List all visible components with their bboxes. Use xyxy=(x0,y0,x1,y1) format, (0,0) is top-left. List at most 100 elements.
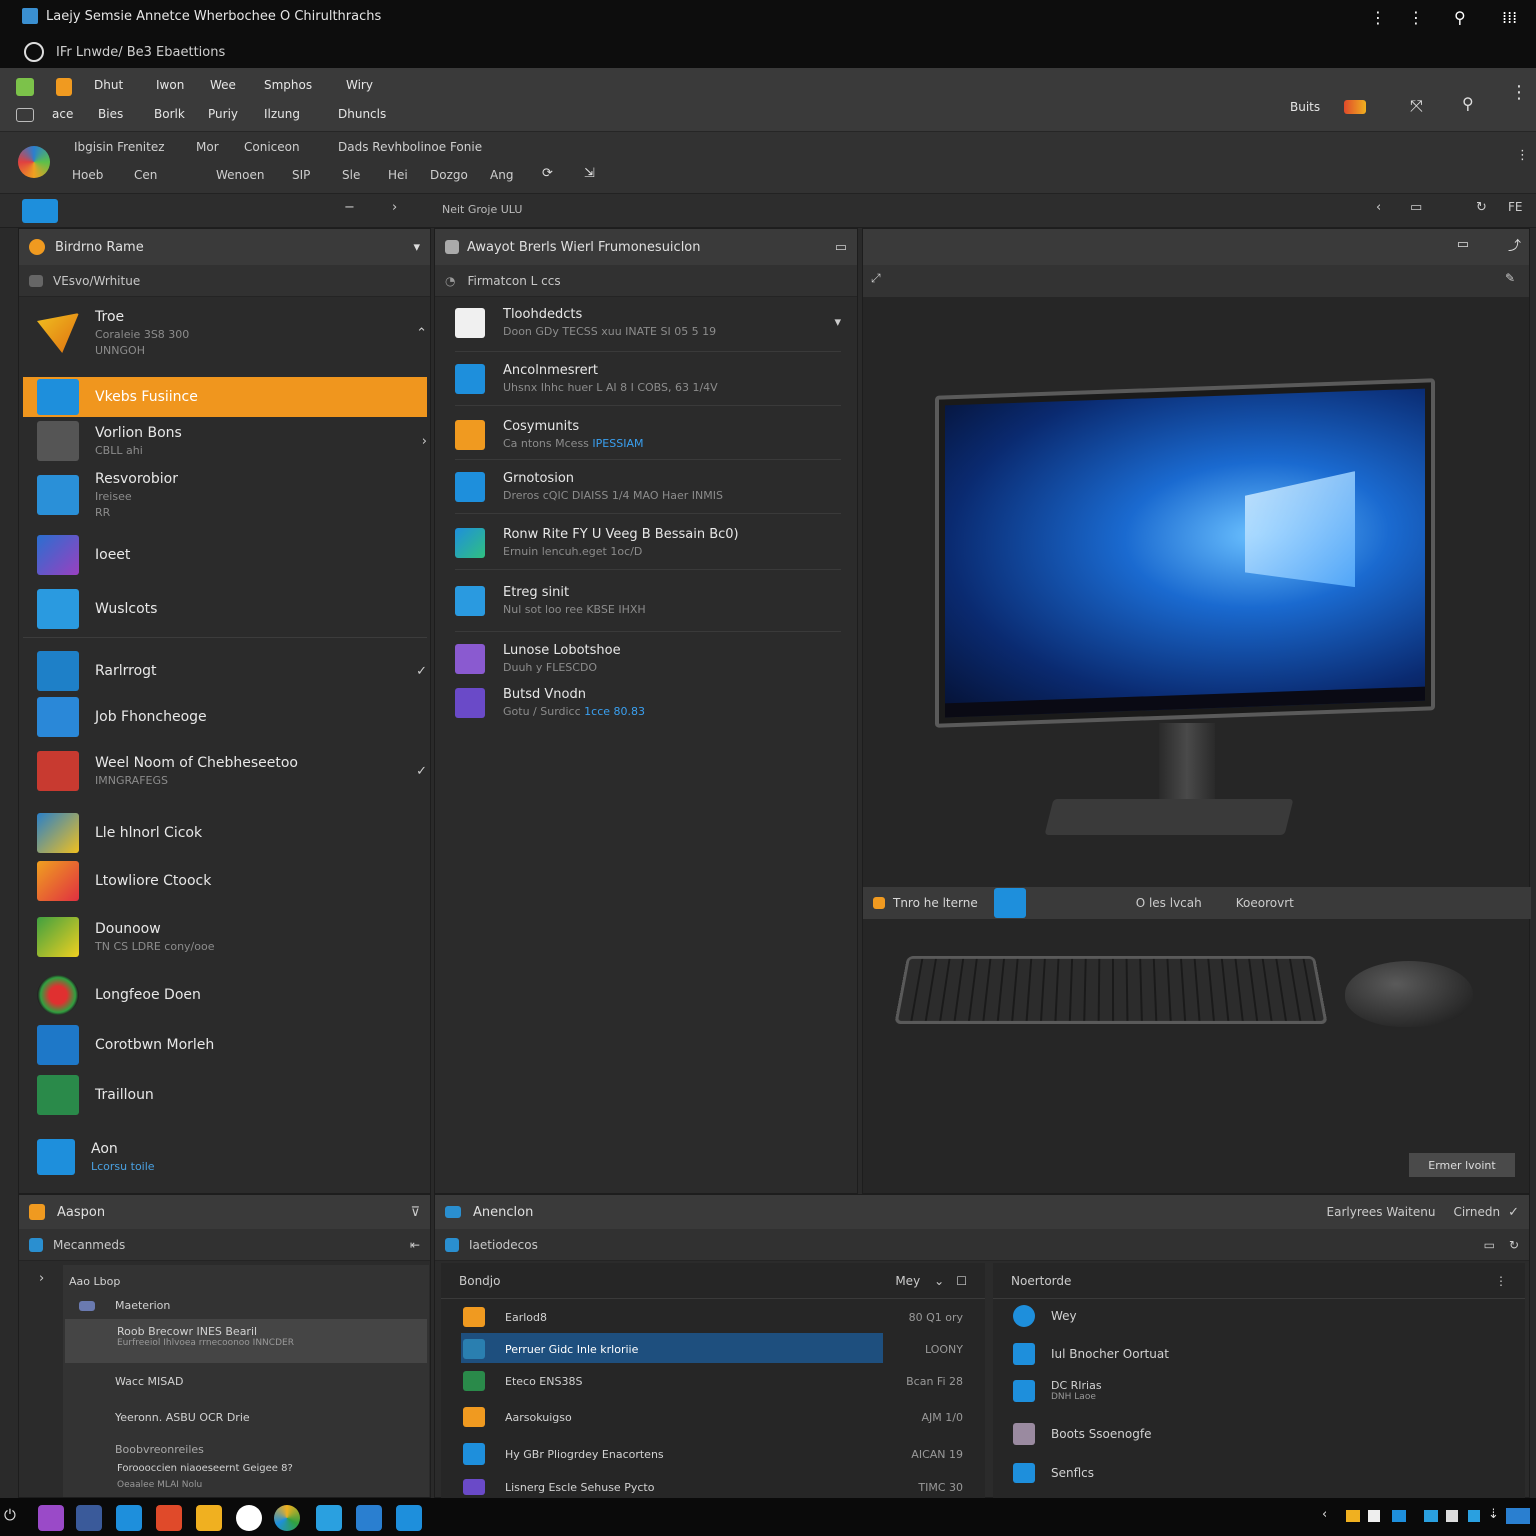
chat-icon[interactable]: ▭ xyxy=(835,240,847,255)
accessory-tab[interactable]: Tnro he lterne xyxy=(893,896,978,910)
check-icon[interactable]: ✓ xyxy=(416,664,427,679)
color-wheel-icon[interactable] xyxy=(18,146,50,178)
more-icon[interactable]: ⋮ xyxy=(1516,148,1529,163)
list-item[interactable]: Wuslcots xyxy=(37,589,427,629)
taskbar-app-icon[interactable] xyxy=(316,1505,342,1531)
export-icon[interactable]: ⇲ xyxy=(584,166,595,181)
notes-item[interactable]: Wey xyxy=(1013,1305,1077,1327)
toolbar-button[interactable]: Hei xyxy=(388,168,408,182)
list-item[interactable]: Aon Lcorsu toile xyxy=(37,1139,427,1175)
notes-item[interactable]: DC RIrias DNH Laoe xyxy=(1013,1379,1102,1402)
tree-item[interactable]: Roob Brecowr INES Bearil Eurfreeiol Ihlv… xyxy=(81,1325,294,1348)
taskbar-app-icon[interactable] xyxy=(196,1505,222,1531)
filter-icon[interactable]: ⊽ xyxy=(410,1205,420,1220)
chevron-left-icon[interactable]: ‹ xyxy=(1376,200,1381,215)
search-icon[interactable]: ⚲ xyxy=(1462,94,1474,113)
taskbar-browser-icon[interactable] xyxy=(274,1505,300,1531)
dropdown-icon[interactable]: ▾ xyxy=(834,315,841,330)
preview-action-button[interactable]: Ermer lvoint xyxy=(1409,1153,1515,1177)
menu-item[interactable]: Iwon xyxy=(156,78,184,92)
grid-icon[interactable]: ⁞⁞⁞ xyxy=(1502,8,1517,27)
check-icon[interactable]: ✓ xyxy=(416,764,427,779)
collapse-icon[interactable]: ⇤ xyxy=(410,1238,420,1252)
header-link[interactable]: Earlyrees Waitenu xyxy=(1327,1205,1436,1219)
taskbar-app-icon[interactable] xyxy=(156,1505,182,1531)
list-row-selected[interactable]: Perruer Gidc Inle krloriie LOONY xyxy=(463,1339,963,1359)
menu-item[interactable]: Dhut xyxy=(94,78,123,92)
menu-item[interactable]: ace xyxy=(52,107,73,121)
list-item[interactable]: Etreg sinit Nul sot loo ree KBSE IHXH xyxy=(455,585,841,616)
menu-item[interactable]: Puriy xyxy=(208,107,238,121)
chevron-right-icon[interactable]: › xyxy=(39,1271,44,1286)
taskbar-app-icon[interactable] xyxy=(236,1505,262,1531)
list-item[interactable]: Ioeet xyxy=(37,535,427,575)
tree-item[interactable]: Yeeronn. ASBU OCR Drie xyxy=(115,1411,250,1424)
menu-item[interactable]: Wiry xyxy=(346,78,373,92)
toolbar-button[interactable]: Wenoen xyxy=(216,168,264,182)
toolbar-button[interactable]: Cen xyxy=(134,168,157,182)
menu-item[interactable]: Wee xyxy=(210,78,236,92)
list-item[interactable]: Ltowliore Ctoock xyxy=(37,861,427,901)
menu-item-right[interactable]: Buits xyxy=(1290,100,1320,114)
list-item[interactable]: Resvorobior Ireisee RR xyxy=(37,471,427,519)
taskbar-app-icon[interactable] xyxy=(356,1505,382,1531)
toolbar-button[interactable]: Ang xyxy=(490,168,513,182)
search-icon[interactable]: ⚲ xyxy=(1454,8,1466,27)
list-item[interactable]: Longfeoe Doen xyxy=(37,975,427,1015)
history-icon[interactable] xyxy=(24,42,44,62)
list-item[interactable]: Job Fhoncheoge xyxy=(37,697,427,737)
window-icon[interactable] xyxy=(16,108,34,122)
tray-icon[interactable] xyxy=(1392,1510,1406,1522)
chevron-right-icon[interactable]: › xyxy=(392,200,397,215)
list-item[interactable]: Ancolnmesrert Uhsnx Ihhc huer L AI 8 I C… xyxy=(455,363,841,394)
window-icon[interactable]: ▭ xyxy=(1457,237,1469,252)
refresh-icon[interactable]: ↻ xyxy=(1509,1238,1519,1252)
more-icon[interactable]: ⋮ xyxy=(1370,8,1386,27)
toolbar-button[interactable]: Hoeb xyxy=(72,168,103,182)
chart-icon[interactable]: ⤴ xyxy=(1508,235,1521,254)
refresh-icon[interactable]: ⟳ xyxy=(542,166,553,181)
list-item-selected[interactable]: Vkebs Fusiince xyxy=(23,377,427,417)
taskbar-app-icon[interactable] xyxy=(38,1505,64,1531)
active-tab-icon[interactable] xyxy=(993,888,1026,918)
chevron-right-icon[interactable]: › xyxy=(422,434,427,449)
tree-item[interactable]: Maeterion xyxy=(79,1299,170,1312)
expand-icon[interactable]: ⤢ xyxy=(871,271,881,286)
list-row[interactable]: Eteco ENS38S Bcan Fi 28 xyxy=(463,1371,963,1391)
menu-item[interactable]: Smphos xyxy=(264,78,312,92)
toolbar-label[interactable]: Dads Revhbolinoe Fonie xyxy=(338,140,482,154)
home-icon[interactable] xyxy=(22,199,58,223)
tray-icon[interactable] xyxy=(1346,1510,1360,1522)
minus-icon[interactable]: − xyxy=(344,200,355,215)
edit-icon[interactable]: ✎ xyxy=(1505,271,1515,285)
leaf-icon[interactable] xyxy=(16,78,34,96)
toolbar-label[interactable]: Mor xyxy=(196,140,219,154)
taskbar-app-icon[interactable] xyxy=(76,1505,102,1531)
check-icon[interactable]: ✓ xyxy=(1508,1205,1519,1220)
menu-item[interactable]: Dhuncls xyxy=(338,107,386,121)
list-item[interactable]: Lle hlnorl Cicok xyxy=(37,813,427,853)
tree-item[interactable]: Boobvreonreiles xyxy=(115,1443,204,1456)
tray-icon[interactable] xyxy=(1468,1510,1480,1522)
taskbar-app-icon[interactable] xyxy=(116,1505,142,1531)
list-item[interactable]: Trailloun xyxy=(37,1075,427,1115)
settings-icon[interactable]: FE xyxy=(1508,200,1522,214)
list-item[interactable]: Ronw Rite FY U Veeg B Bessain Bc0) Ernui… xyxy=(455,527,841,558)
list-item[interactable]: Dounoow TN CS LDRE cony/ooe xyxy=(37,917,427,957)
list-sort-label[interactable]: Mey xyxy=(895,1274,920,1288)
list-item[interactable]: Grnotosion Dreros cQIC DIAISS 1/4 MAO Ha… xyxy=(455,471,841,502)
list-item[interactable]: Butsd Vnodn Gotu / Surdicc 1cce 80.83 xyxy=(455,687,841,718)
toolbar-label[interactable]: Coniceon xyxy=(244,140,300,154)
notification-icon[interactable]: ⇣ xyxy=(1488,1507,1499,1522)
notes-item[interactable]: Boots Ssoenogfe xyxy=(1013,1423,1151,1445)
tray-icon[interactable] xyxy=(1446,1510,1458,1522)
list-item[interactable]: Weel Noom of Chebheseetoo IMNGRAFEGS ✓ xyxy=(37,751,427,791)
notes-item[interactable]: Iul Bnocher Oortuat xyxy=(1013,1343,1169,1365)
tray-icon[interactable] xyxy=(1424,1510,1438,1522)
more-icon-2[interactable]: ⋮ xyxy=(1408,8,1424,27)
refresh-icon[interactable]: ↻ xyxy=(1476,200,1487,215)
dropdown-icon[interactable]: ▾ xyxy=(413,240,420,255)
tree-item[interactable]: Wacc MISAD xyxy=(115,1375,183,1388)
expand-icon[interactable]: ⤧ xyxy=(1410,96,1423,116)
menu-item[interactable]: Bies xyxy=(98,107,123,121)
